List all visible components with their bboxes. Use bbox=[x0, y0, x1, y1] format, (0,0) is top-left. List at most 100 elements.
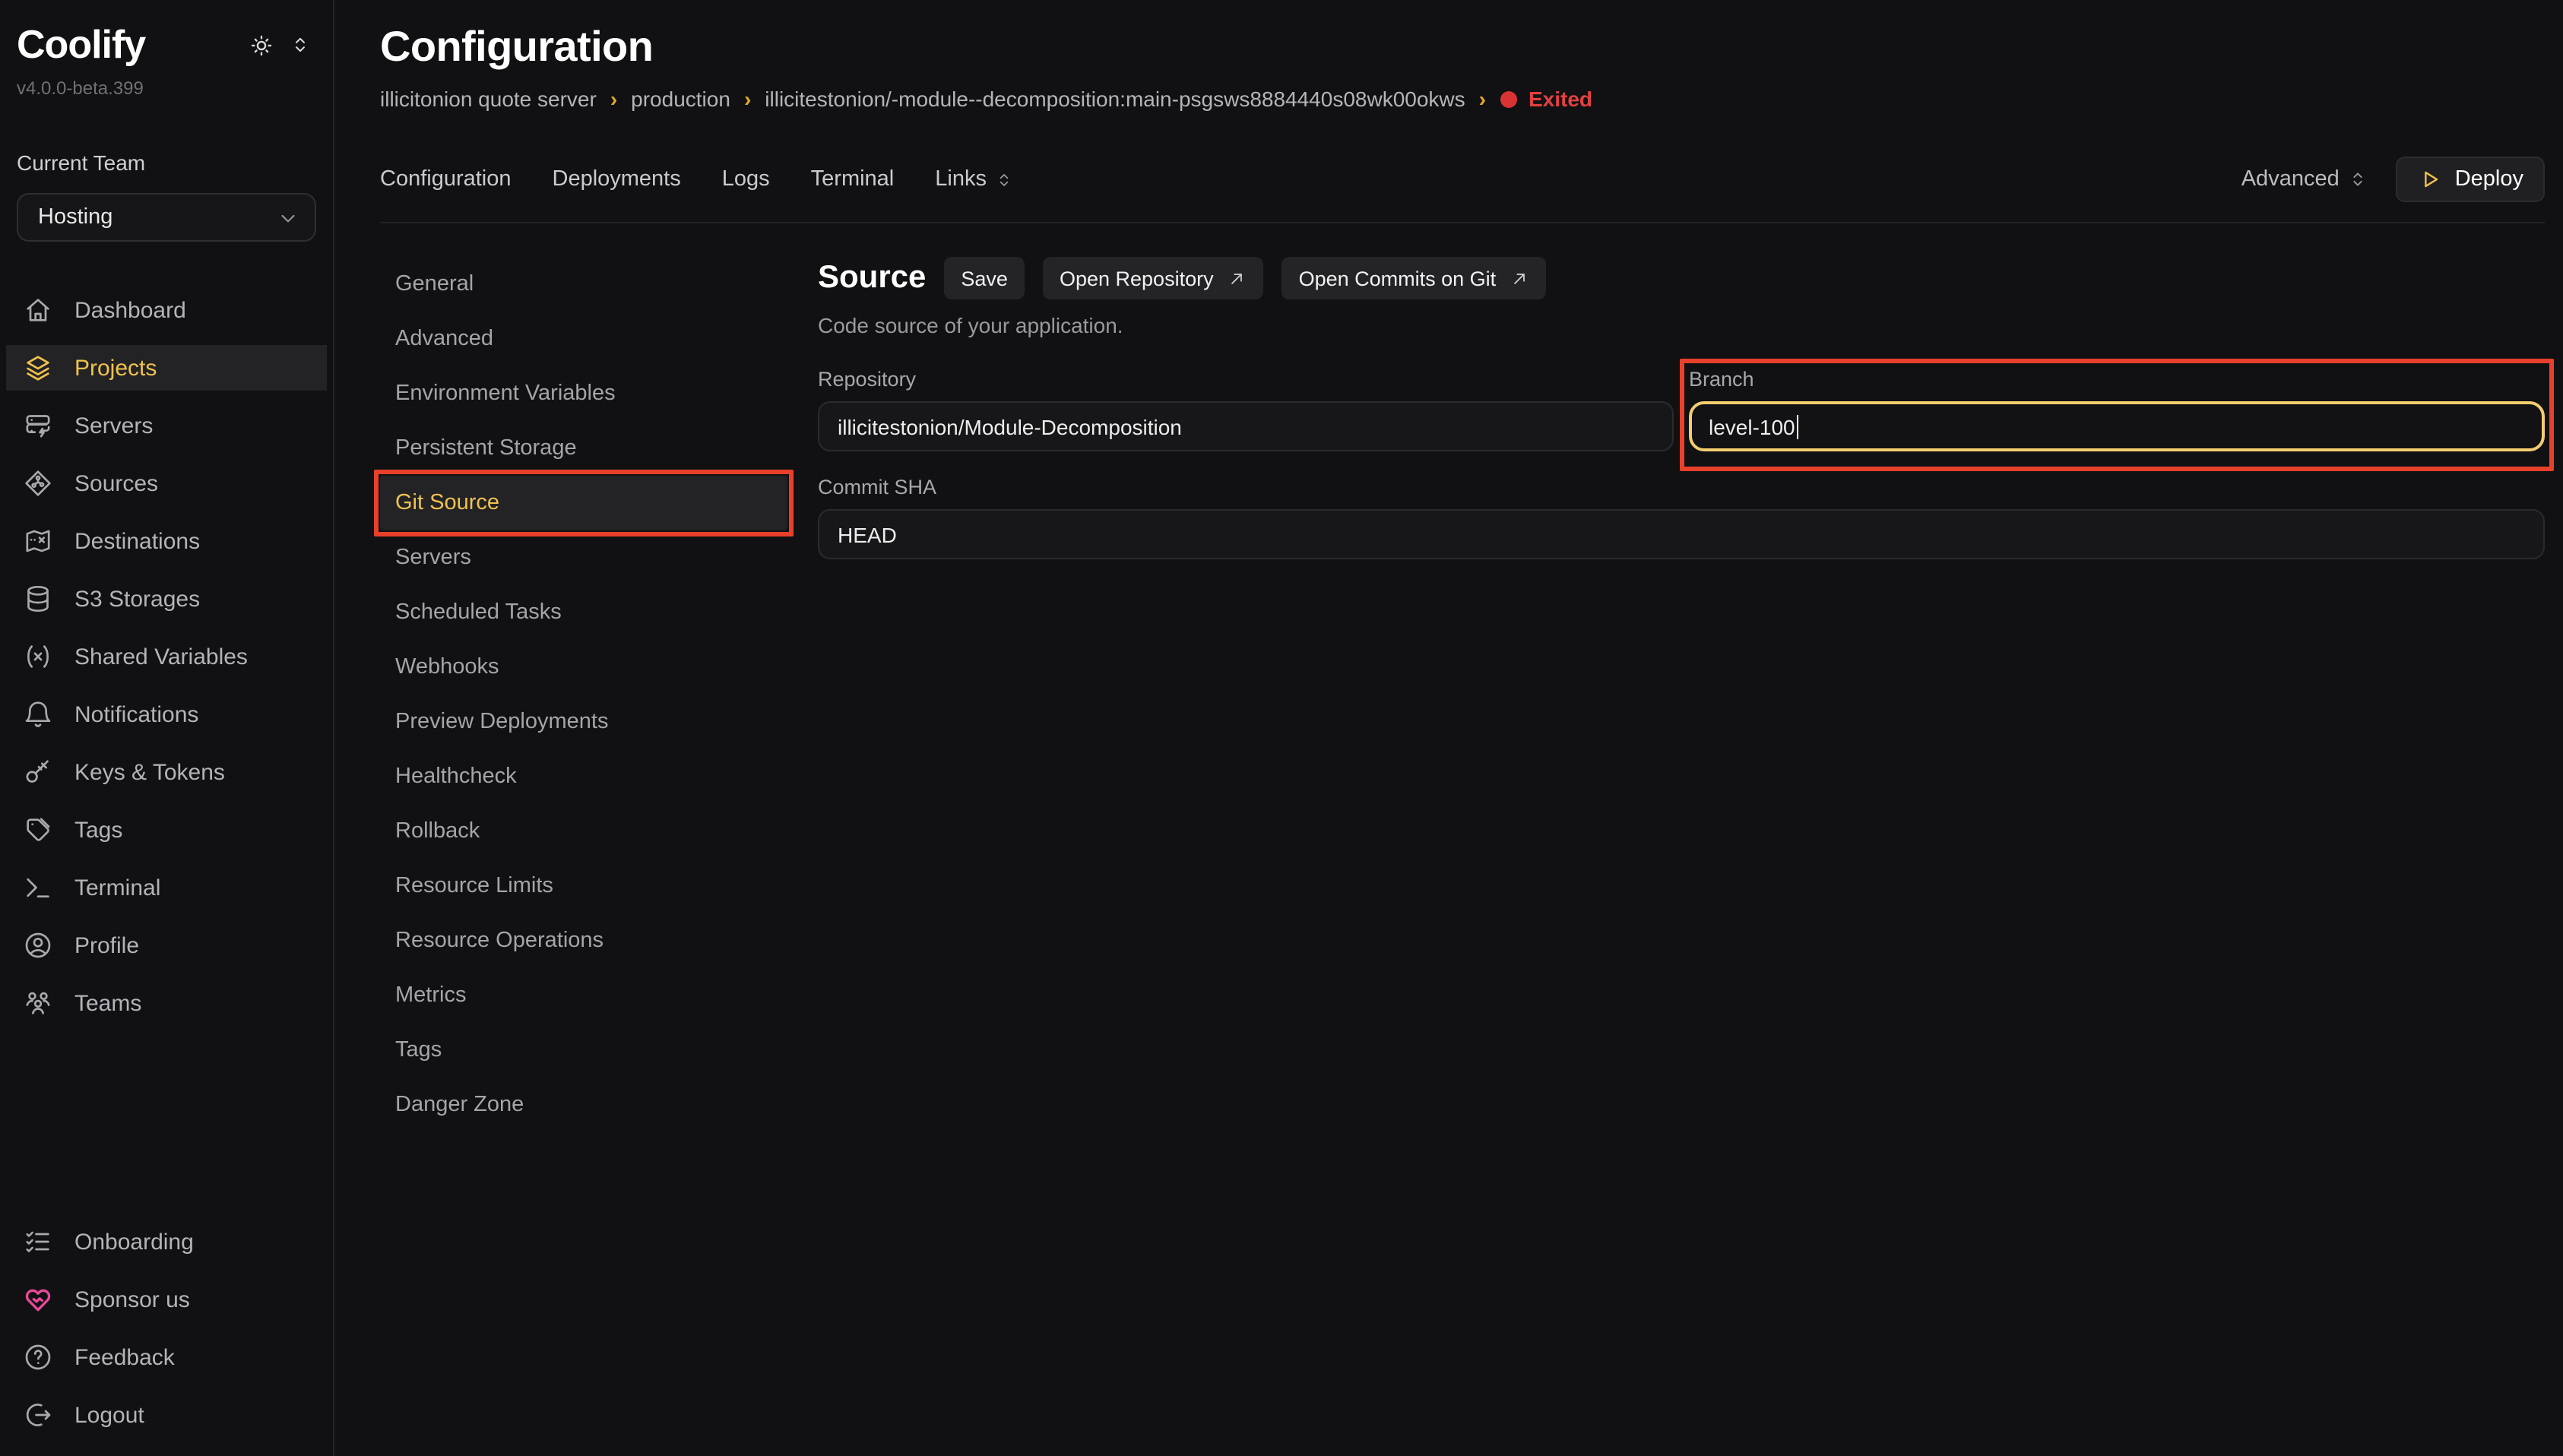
subnav-item-danger-zone[interactable]: Danger Zone bbox=[380, 1078, 787, 1132]
tabs-divider bbox=[380, 222, 2545, 223]
repository-field: Repository illicitestonion/Module-Decomp… bbox=[818, 368, 1674, 451]
subnav-item-advanced[interactable]: Advanced bbox=[380, 312, 787, 366]
subnav-item-scheduled-tasks[interactable]: Scheduled Tasks bbox=[380, 585, 787, 640]
database-icon bbox=[23, 584, 53, 614]
sidebar-item-tags[interactable]: Tags bbox=[0, 807, 333, 853]
subnav-item-webhooks[interactable]: Webhooks bbox=[380, 640, 787, 695]
sidebar-item-sources[interactable]: Sources bbox=[0, 461, 333, 506]
configuration-subnav: General Advanced Environment Variables P… bbox=[380, 257, 787, 1132]
subnav-item-resource-limits[interactable]: Resource Limits bbox=[380, 859, 787, 913]
subnav-item-git-source[interactable]: Git Source bbox=[380, 476, 787, 530]
chevron-down-icon bbox=[277, 206, 299, 229]
subnav-item-healthcheck[interactable]: Healthcheck bbox=[380, 749, 787, 804]
sidebar-item-s3-storages[interactable]: S3 Storages bbox=[0, 576, 333, 622]
sidebar-footer-nav: Onboarding Sponsor us Feedback Logout bbox=[0, 1219, 333, 1438]
help-icon bbox=[23, 1342, 53, 1372]
subnav-item-persistent-storage[interactable]: Persistent Storage bbox=[380, 421, 787, 476]
breadcrumb-separator: › bbox=[1479, 87, 1486, 111]
subnav-item-environment-variables[interactable]: Environment Variables bbox=[380, 366, 787, 421]
server-icon bbox=[23, 410, 53, 441]
external-link-icon bbox=[1228, 268, 1247, 288]
subnav-item-rollback[interactable]: Rollback bbox=[380, 804, 787, 859]
terminal-icon bbox=[23, 872, 53, 903]
unfold-icon[interactable] bbox=[289, 33, 312, 56]
sidebar-item-dashboard[interactable]: Dashboard bbox=[0, 287, 333, 333]
deploy-button[interactable]: Deploy bbox=[2396, 157, 2545, 202]
breadcrumb-separator: › bbox=[610, 87, 617, 111]
sidebar: Coolify v4.0.0-beta.399 Current Team Hos… bbox=[0, 0, 334, 1456]
app: Coolify v4.0.0-beta.399 Current Team Hos… bbox=[0, 0, 2563, 1456]
users-icon bbox=[23, 988, 53, 1018]
sidebar-item-shared-variables[interactable]: Shared Variables bbox=[0, 634, 333, 679]
subnav-item-metrics[interactable]: Metrics bbox=[380, 968, 787, 1023]
app-logo: Coolify bbox=[17, 21, 145, 68]
subnav-item-resource-operations[interactable]: Resource Operations bbox=[380, 913, 787, 968]
status-badge: Exited bbox=[1500, 87, 1592, 111]
home-icon bbox=[23, 295, 53, 325]
breadcrumb-separator: › bbox=[744, 87, 751, 111]
play-icon bbox=[2417, 167, 2441, 191]
sidebar-item-servers[interactable]: Servers bbox=[0, 403, 333, 448]
user-icon bbox=[23, 930, 53, 961]
branch-input[interactable]: level-100 bbox=[1689, 401, 2545, 451]
sidebar-item-notifications[interactable]: Notifications bbox=[0, 692, 333, 737]
open-repository-button[interactable]: Open Repository bbox=[1043, 257, 1264, 299]
subnav-item-tags[interactable]: Tags bbox=[380, 1023, 787, 1078]
sidebar-item-feedback[interactable]: Feedback bbox=[0, 1334, 333, 1380]
sidebar-item-projects[interactable]: Projects bbox=[6, 345, 327, 391]
commit-sha-field: Commit SHA HEAD bbox=[818, 476, 2545, 559]
breadcrumb-application[interactable]: illicitestonion/-module--decomposition:m… bbox=[765, 87, 1465, 111]
sidebar-item-keys-tokens[interactable]: Keys & Tokens bbox=[0, 749, 333, 795]
layers-icon bbox=[23, 353, 53, 383]
subnav-item-servers[interactable]: Servers bbox=[380, 530, 787, 585]
breadcrumb: illicitonion quote server › production ›… bbox=[380, 87, 2545, 111]
current-team-label: Current Team bbox=[0, 99, 333, 175]
commit-sha-input[interactable]: HEAD bbox=[818, 509, 2545, 559]
breadcrumb-environment[interactable]: production bbox=[631, 87, 730, 111]
sidebar-item-terminal[interactable]: Terminal bbox=[0, 865, 333, 910]
repository-label: Repository bbox=[818, 368, 1674, 391]
key-icon bbox=[23, 757, 53, 787]
repository-input[interactable]: illicitestonion/Module-Decomposition bbox=[818, 401, 1674, 451]
tab-deployments[interactable]: Deployments bbox=[553, 167, 681, 191]
configuration-content: General Advanced Environment Variables P… bbox=[380, 257, 2545, 1132]
source-fields: Repository illicitestonion/Module-Decomp… bbox=[818, 368, 2545, 559]
checklist-icon bbox=[23, 1227, 53, 1257]
git-source-panel: Source Save Open Repository Open Commits… bbox=[818, 257, 2545, 1132]
source-header: Source Save Open Repository Open Commits… bbox=[818, 257, 2545, 299]
status-label: Exited bbox=[1529, 87, 1592, 111]
open-commits-button[interactable]: Open Commits on Git bbox=[1282, 257, 1547, 299]
main-content: Configuration illicitonion quote server … bbox=[334, 0, 2563, 1456]
unfold-icon bbox=[994, 169, 1014, 189]
advanced-dropdown[interactable]: Advanced bbox=[2241, 167, 2368, 191]
tabs-row: Configuration Deployments Logs Terminal … bbox=[380, 157, 2545, 202]
text-cursor bbox=[1797, 414, 1799, 438]
tag-icon bbox=[23, 815, 53, 845]
sidebar-item-sponsor-us[interactable]: Sponsor us bbox=[0, 1277, 333, 1322]
sidebar-item-teams[interactable]: Teams bbox=[0, 980, 333, 1026]
tab-configuration[interactable]: Configuration bbox=[380, 167, 512, 191]
tab-terminal[interactable]: Terminal bbox=[811, 167, 895, 191]
bell-icon bbox=[23, 699, 53, 730]
source-description: Code source of your application. bbox=[818, 313, 2545, 337]
branch-field: Branch level-100 bbox=[1689, 368, 2545, 451]
sidebar-item-destinations[interactable]: Destinations bbox=[0, 518, 333, 564]
breadcrumb-project[interactable]: illicitonion quote server bbox=[380, 87, 597, 111]
tab-links[interactable]: Links bbox=[935, 167, 1014, 191]
sidebar-item-profile[interactable]: Profile bbox=[0, 923, 333, 968]
team-select[interactable]: Hosting bbox=[17, 193, 316, 242]
save-button[interactable]: Save bbox=[944, 257, 1025, 299]
subnav-item-preview-deployments[interactable]: Preview Deployments bbox=[380, 695, 787, 749]
sun-icon[interactable] bbox=[248, 31, 275, 59]
tabs: Configuration Deployments Logs Terminal … bbox=[380, 167, 1014, 191]
sidebar-item-onboarding[interactable]: Onboarding bbox=[0, 1219, 333, 1265]
sidebar-item-logout[interactable]: Logout bbox=[0, 1392, 333, 1438]
app-version: v4.0.0-beta.399 bbox=[0, 68, 333, 99]
subnav-item-general[interactable]: General bbox=[380, 257, 787, 312]
tab-logs[interactable]: Logs bbox=[722, 167, 770, 191]
unfold-icon bbox=[2347, 169, 2368, 190]
external-link-icon bbox=[1510, 268, 1529, 288]
page-title: Configuration bbox=[380, 23, 2545, 71]
heart-icon bbox=[23, 1284, 53, 1315]
logout-icon bbox=[23, 1400, 53, 1430]
